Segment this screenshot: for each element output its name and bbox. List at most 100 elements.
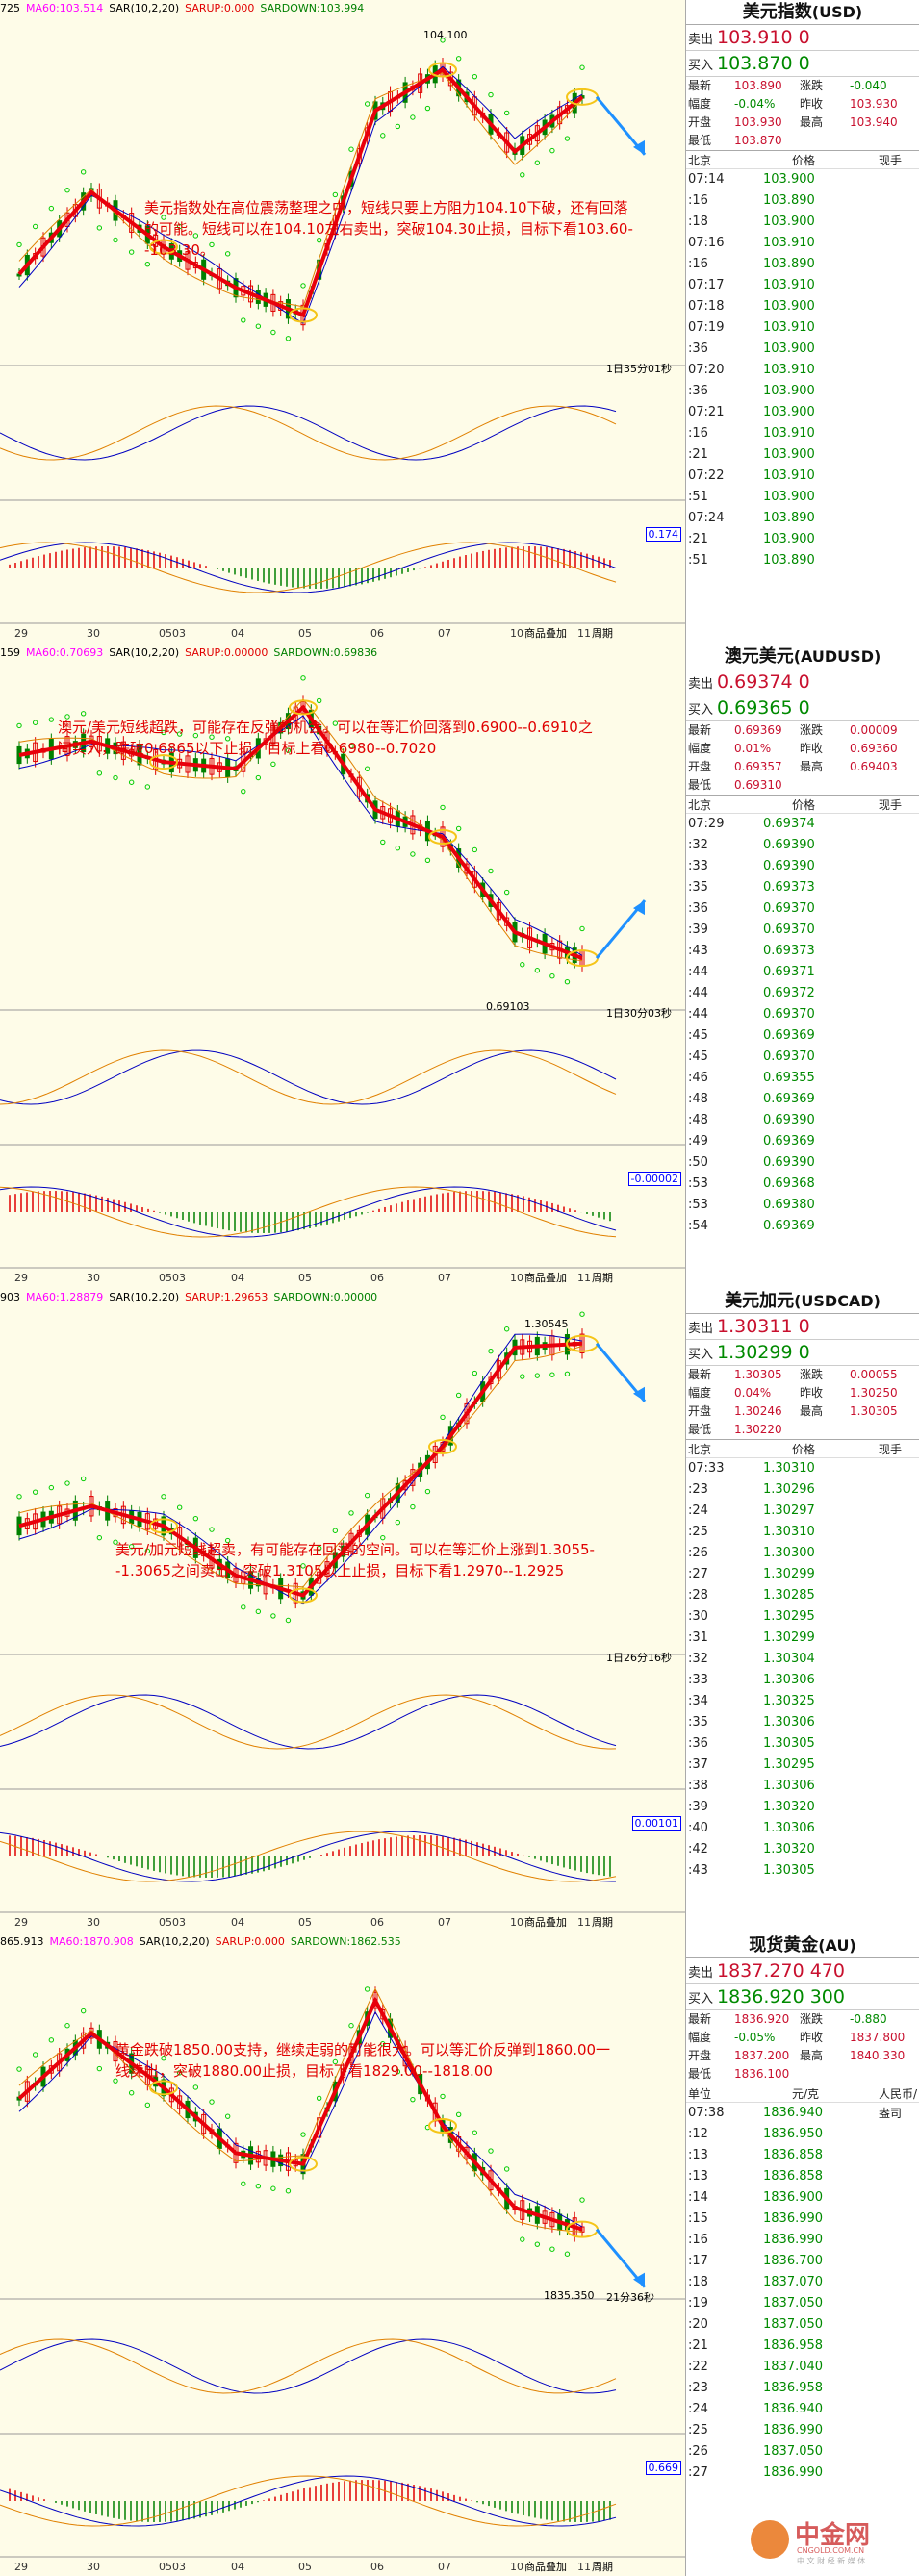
sar-dot bbox=[348, 1510, 354, 1516]
tick-price: 1.30295 bbox=[763, 1609, 815, 1624]
tick-price: 0.69355 bbox=[763, 1071, 815, 1085]
sar-dot bbox=[503, 110, 510, 116]
tick-row: :42 1.30320 bbox=[686, 1839, 919, 1860]
tick-time: :43 bbox=[688, 1863, 708, 1878]
x-tick-label: 06 bbox=[370, 1916, 384, 1929]
tick-time: :32 bbox=[688, 1652, 708, 1666]
chart-area[interactable]: 865.913 MA60:1870.908 SAR(10,2,20) SARUP:0.… bbox=[0, 1933, 685, 2576]
period-button[interactable]: 周期 bbox=[592, 625, 613, 641]
tick-row: :26 1837.050 bbox=[686, 2441, 919, 2462]
instrument-name: 澳元美元 bbox=[724, 646, 794, 667]
stat-cell: 涨跌 bbox=[800, 1368, 824, 1381]
tick-price: 103.890 bbox=[763, 553, 815, 568]
tick-time: :35 bbox=[688, 880, 708, 895]
stat-cell: 最高 bbox=[800, 1404, 824, 1418]
sar-dot bbox=[424, 105, 431, 112]
header-cell: 元/克 bbox=[792, 2087, 820, 2101]
tick-price: 103.890 bbox=[763, 511, 815, 525]
sar-dot bbox=[128, 779, 135, 785]
tick-row: :49 0.69369 bbox=[686, 1131, 919, 1152]
sar-dot bbox=[564, 1371, 571, 1377]
tick-price: 103.890 bbox=[763, 257, 815, 271]
x-tick-label: 07 bbox=[438, 1272, 451, 1284]
period-button[interactable]: 周期 bbox=[592, 1270, 613, 1285]
analysis-note: 澳元/美元短线超跌，可能存在反弹的机会。可以在等汇价回落到0.6900--0.6… bbox=[58, 719, 593, 757]
x-tick-label: 0503 bbox=[159, 2561, 186, 2573]
sar-dot bbox=[520, 962, 525, 968]
sell-value: 1837.270 470 bbox=[717, 1960, 845, 1982]
tick-price: 0.69368 bbox=[763, 1176, 815, 1191]
header-cell: 价格 bbox=[792, 798, 816, 812]
panel-gold: 865.913 MA60:1870.908 SAR(10,2,20) SARUP:0.… bbox=[0, 1933, 919, 2576]
tick-price: 103.900 bbox=[763, 405, 815, 419]
stat-cell: 最低 bbox=[688, 1423, 712, 1436]
sar-dot bbox=[64, 188, 70, 193]
tick-time: :53 bbox=[688, 1198, 708, 1212]
tick-time: :32 bbox=[688, 838, 708, 852]
tick-time: :16 bbox=[688, 193, 708, 208]
period-button[interactable]: 周期 bbox=[592, 1914, 613, 1930]
sell-value: 1.30311 0 bbox=[717, 1316, 810, 1337]
sar-dot bbox=[579, 925, 585, 932]
tick-price: 0.69373 bbox=[763, 944, 815, 958]
sar-dot bbox=[209, 1527, 215, 1532]
period-button[interactable]: 周期 bbox=[592, 2559, 613, 2574]
instrument-name: 美元指数 bbox=[742, 2, 812, 22]
quote-sidebar: 美元指数(USD) 卖出 103.910 0 买入 103.870 0 最新 103.890… bbox=[685, 0, 919, 644]
tick-time: :31 bbox=[688, 1630, 708, 1645]
oscillator-line bbox=[0, 1694, 617, 1750]
sar-dot bbox=[255, 1608, 262, 1615]
instrument-code: (USDCAD) bbox=[794, 1292, 881, 1310]
tick-price: 0.69369 bbox=[763, 1219, 815, 1233]
sell-label: 卖出 bbox=[688, 1966, 714, 1981]
tick-row: 07:16 103.910 bbox=[686, 233, 919, 254]
tick-price: 0.69372 bbox=[763, 986, 815, 1000]
instrument-title: 现货黄金(AU) bbox=[686, 1933, 919, 1958]
tick-header: 北京 价格 现手 bbox=[686, 795, 919, 814]
overlay-button[interactable]: 商品叠加 bbox=[524, 625, 567, 641]
sar-dot bbox=[80, 169, 87, 175]
sar-dot bbox=[364, 766, 370, 771]
tick-price: 1.30310 bbox=[763, 1525, 815, 1539]
stat-cell: -0.04% bbox=[734, 97, 776, 111]
tick-row: :39 0.69370 bbox=[686, 920, 919, 941]
sar-dot bbox=[270, 1613, 276, 1619]
sar-dot bbox=[395, 1519, 401, 1526]
sar-dot bbox=[128, 2090, 135, 2096]
overlay-button[interactable]: 商品叠加 bbox=[524, 1914, 567, 1930]
buy-price: 买入 103.870 0 bbox=[686, 51, 919, 77]
overlay-button[interactable]: 商品叠加 bbox=[524, 2559, 567, 2574]
stat-row: 最低 1836.100 bbox=[686, 2065, 919, 2084]
buy-price: 买入 0.69365 0 bbox=[686, 695, 919, 721]
chart-area[interactable]: 903 MA60:1.28879 SAR(10,2,20) SARUP:1.29653… bbox=[0, 1289, 685, 1933]
tick-row: :25 1.30310 bbox=[686, 1522, 919, 1543]
chart-area[interactable]: 159 MA60:0.70693 SAR(10,2,20) SARUP:0.00000… bbox=[0, 644, 685, 1289]
stat-row: 最低 1.30220 bbox=[686, 1421, 919, 1439]
tick-row: 07:20 103.910 bbox=[686, 360, 919, 381]
tick-row: :53 0.69368 bbox=[686, 1174, 919, 1195]
tick-header: 单位 元/克 人民币/盎司 bbox=[686, 2084, 919, 2120]
x-tick-label: 04 bbox=[231, 2561, 244, 2573]
stat-row: 最低 0.69310 bbox=[686, 776, 919, 795]
tick-price: 0.69369 bbox=[763, 1134, 815, 1149]
tick-time: :16 bbox=[688, 2233, 708, 2247]
tick-time: :51 bbox=[688, 490, 708, 504]
stat-cell: 0.69357 bbox=[734, 760, 782, 773]
tick-price: 1837.050 bbox=[763, 2317, 824, 2332]
buy-price: 买入 1.30299 0 bbox=[686, 1340, 919, 1366]
sar-dot bbox=[455, 1392, 462, 1399]
tick-time: :27 bbox=[688, 2465, 708, 2480]
moving-average-line bbox=[18, 1987, 583, 2233]
stat-cell: 103.930 bbox=[734, 115, 782, 129]
tick-price: 103.890 bbox=[763, 193, 815, 208]
tick-price: 1.30300 bbox=[763, 1546, 815, 1560]
x-tick-label: 05 bbox=[298, 1272, 312, 1284]
stat-cell: 昨收 bbox=[800, 2031, 824, 2044]
chart-area[interactable]: 725 MA60:103.514 SAR(10,2,20) SARUP:0.000 SA… bbox=[0, 0, 685, 644]
overlay-button[interactable]: 商品叠加 bbox=[524, 1270, 567, 1285]
sar-dot bbox=[144, 261, 151, 267]
tick-time: 07:33 bbox=[688, 1461, 725, 1476]
sar-dot bbox=[161, 1494, 166, 1500]
tick-time: :25 bbox=[688, 2423, 708, 2437]
x-tick-label: 04 bbox=[231, 1272, 244, 1284]
